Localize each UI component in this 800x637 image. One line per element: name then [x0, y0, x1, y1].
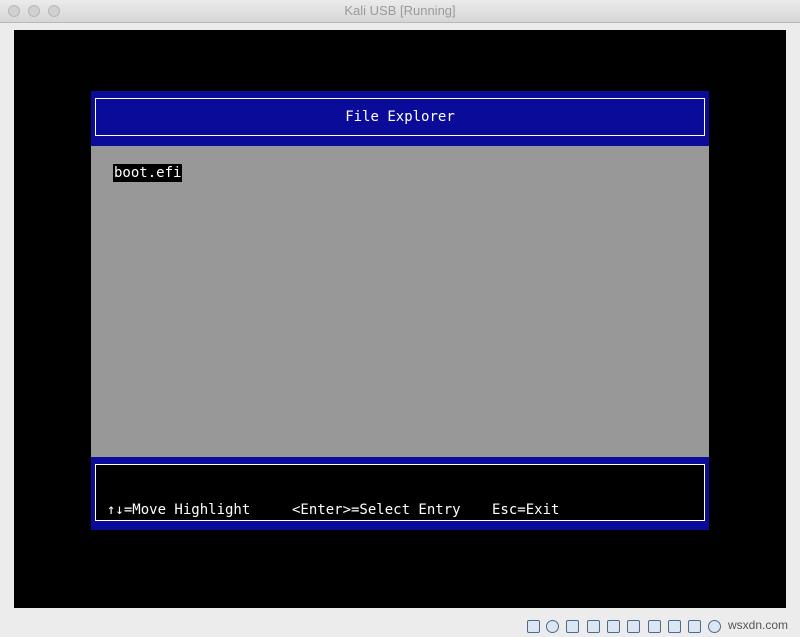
file-explorer-title: File Explorer: [345, 109, 455, 125]
vm-statusbar: wsxdn.com: [0, 616, 800, 637]
usb-icon[interactable]: [607, 620, 620, 633]
video-capture-icon[interactable]: [668, 620, 681, 633]
header-frame: File Explorer: [95, 98, 705, 136]
help-footer: ↑↓=Move Highlight <Enter>=Select Entry E…: [91, 457, 709, 530]
help-select-entry: <Enter>=Select Entry: [292, 502, 461, 518]
cpu-icon[interactable]: [708, 620, 721, 633]
help-move-highlight: ↑↓=Move Highlight: [107, 502, 251, 518]
file-explorer-panel: File Explorer boot.efi ↑↓=Move Highlight…: [91, 91, 709, 530]
help-exit: Esc=Exit: [492, 502, 560, 518]
vm-screen[interactable]: File Explorer boot.efi ↑↓=Move Highlight…: [14, 30, 786, 608]
display-icon[interactable]: [648, 620, 661, 633]
help-frame: ↑↓=Move Highlight <Enter>=Select Entry E…: [95, 464, 705, 521]
network-icon[interactable]: [587, 620, 600, 633]
shared-folders-icon[interactable]: [627, 620, 640, 633]
file-explorer-header: File Explorer: [91, 91, 709, 146]
file-item-boot-efi[interactable]: boot.efi: [113, 164, 183, 182]
window-titlebar: Kali USB [Running]: [0, 0, 800, 23]
mouse-integration-icon[interactable]: [688, 620, 701, 633]
audio-icon[interactable]: [566, 620, 579, 633]
window-title: Kali USB [Running]: [344, 3, 456, 18]
watermark: wsxdn.com: [728, 618, 789, 632]
optical-drive-icon[interactable]: [546, 620, 559, 633]
hard-disk-icon[interactable]: [527, 620, 540, 633]
